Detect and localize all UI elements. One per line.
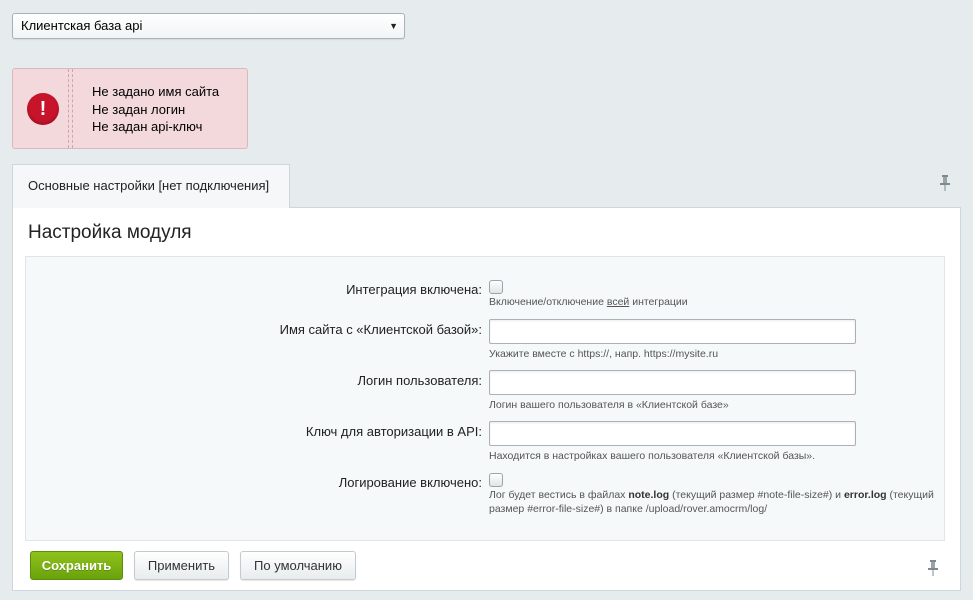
site-name-hint: Укажите вместе с https://, напр. https:/…	[489, 348, 719, 360]
logging-hint-text: (текущий размер #note-file-size#) и	[669, 489, 844, 501]
login-hint: Логин вашего пользователя в «Клиентской …	[489, 399, 729, 411]
login-label: Логин пользователя:	[357, 373, 483, 388]
integration-hint-text-end: интеграции	[629, 296, 688, 308]
api-key-label: Ключ для авторизации в API:	[305, 424, 482, 439]
error-log-filename: error.log	[843, 489, 887, 501]
login-input[interactable]	[489, 370, 856, 395]
error-icon: !	[27, 93, 59, 125]
integration-label: Интеграция включена:	[346, 282, 482, 297]
alert-messages: Не задано имя сайта Не задан логин Не за…	[92, 83, 219, 136]
logging-hint-line1: Лог будет вестись в файлах note.log (тек…	[489, 488, 934, 502]
apply-button[interactable]: Применить	[134, 551, 229, 580]
alert-message: Не задано имя сайта	[92, 84, 220, 99]
logging-hint-text: Лог будет вестись в файлах	[489, 489, 629, 501]
alert-message: Не задан логин	[92, 101, 186, 117]
alert-message: Не задан api-ключ	[92, 119, 203, 134]
api-key-hint: Находится в настройках вашего пользовате…	[489, 450, 816, 462]
integration-hint: Включение/отключение всей интеграции	[489, 295, 688, 309]
logging-label: Логирование включено:	[338, 475, 482, 490]
logging-checkbox[interactable]	[489, 473, 503, 487]
save-button[interactable]: Сохранить	[30, 551, 123, 580]
pin-icon[interactable]	[928, 560, 938, 576]
settings-form: Интеграция включена: Включение/отключени…	[25, 256, 945, 541]
pin-icon[interactable]	[940, 175, 950, 191]
integration-checkbox[interactable]	[489, 280, 503, 294]
site-select-value: Клиентская база api	[21, 18, 143, 33]
logging-hint-text: (текущий	[886, 489, 934, 501]
alert-icon-area: !	[13, 69, 73, 148]
integration-hint-link: всей	[606, 296, 630, 308]
integration-hint-text: Включение/отключение	[489, 296, 607, 308]
site-select[interactable]: Клиентская база api ▼	[12, 13, 405, 39]
logging-hint-line2: размер #error-file-size#) в папке /uploa…	[489, 503, 768, 515]
default-button[interactable]: По умолчанию	[240, 551, 356, 580]
logging-hint: Лог будет вестись в файлах note.log (тек…	[489, 488, 934, 516]
api-key-input[interactable]	[489, 421, 856, 446]
page-title: Настройка модуля	[28, 222, 192, 243]
tab-main-settings[interactable]: Основные настройки [нет подключения]	[12, 164, 290, 208]
site-name-input[interactable]	[489, 319, 856, 344]
site-name-label: Имя сайта с «Клиентской базой»:	[279, 322, 482, 337]
error-alert: ! Не задано имя сайта Не задан логин Не …	[12, 68, 248, 149]
note-log-filename: note.log	[628, 489, 670, 501]
settings-panel: Настройка модуля Интеграция включена: Вк…	[12, 207, 961, 591]
chevron-down-icon: ▼	[389, 21, 398, 31]
